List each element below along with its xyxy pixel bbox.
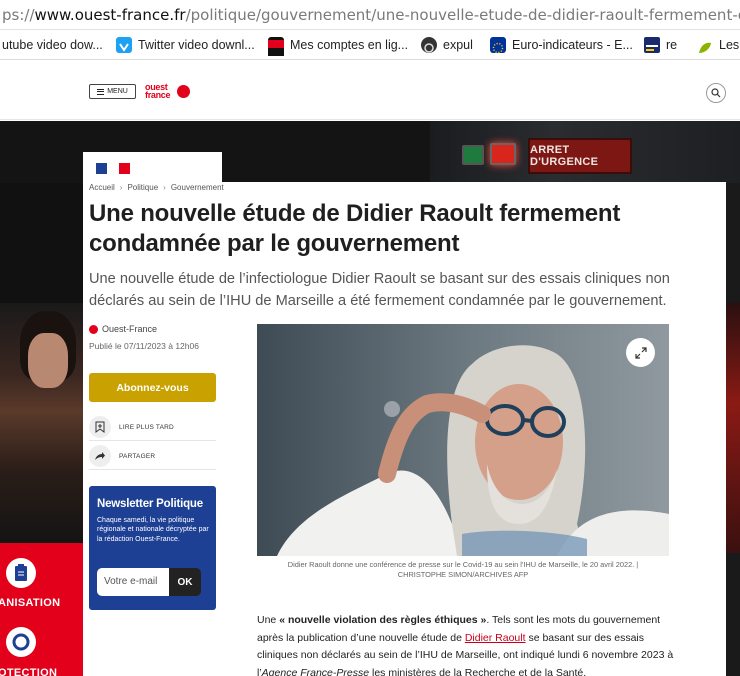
ad-photo-face	[28, 333, 68, 388]
url-path: /politique/gouvernement/une-nouvelle-etu…	[185, 6, 740, 24]
logo-line2: france	[145, 90, 171, 100]
breadcrumb-politique[interactable]: Politique	[127, 183, 158, 192]
bookmark-twitter-downloader[interactable]: Twitter video downl...	[116, 30, 255, 59]
franceinfo-icon	[644, 37, 660, 53]
article-lede: Une nouvelle étude de l’infectiologue Di…	[89, 271, 670, 309]
bookmark-add-icon	[89, 416, 111, 438]
emergency-stop-sign: ARRET D'URGENCE	[528, 138, 632, 174]
publication-date: Publié le 07/11/2023 à 12h06	[89, 341, 199, 351]
newsletter-email-input[interactable]: Votre e-mail	[97, 568, 169, 596]
share-arrow-icon	[89, 445, 111, 467]
ouest-france-logo[interactable]: ouest france	[145, 83, 195, 101]
lifebuoy-icon	[6, 627, 36, 657]
caption-text: Didier Raoult donne une conférence de pr…	[287, 560, 639, 569]
french-flag-icon	[96, 163, 130, 174]
body-agency: Agence France-Presse	[261, 666, 370, 676]
didier-raoult-photo	[257, 324, 669, 556]
share-label: PARTAGER	[119, 452, 156, 460]
green-button-graphic	[462, 145, 484, 165]
article-source[interactable]: Ouest-France	[89, 324, 157, 334]
expand-icon	[634, 346, 647, 359]
bookmarks-bar: utube video dow... Twitter video downl..…	[0, 30, 740, 60]
logo-dot-icon	[177, 85, 190, 98]
article-photo[interactable]	[257, 324, 669, 556]
bookmark-label: expul	[443, 38, 473, 52]
breadcrumb-separator: ›	[119, 183, 123, 192]
bookmark-youtube-downloader[interactable]: utube video dow...	[2, 30, 103, 59]
bookmark-label: Mes comptes en lig...	[290, 38, 409, 52]
clipboard-icon	[6, 558, 36, 588]
caption-credit: CHRISTOPHE SIMON/ARCHIVES AFP	[397, 570, 529, 579]
search-icon	[711, 88, 721, 98]
red-button-graphic	[490, 143, 516, 165]
bookmark-les[interactable]: Les	[697, 30, 740, 59]
url-scheme: ps://	[2, 6, 35, 24]
breadcrumb: Accueil › Politique › Gouvernement	[89, 182, 224, 193]
expul-icon	[421, 37, 437, 53]
read-later-label: LIRE PLUS TARD	[119, 423, 174, 431]
ad-label-protection: OTECTION	[0, 667, 58, 676]
breadcrumb-gouvernement[interactable]: Gouvernement	[171, 183, 224, 192]
bookmark-franceinfo[interactable]: re	[644, 30, 678, 59]
hamburger-icon	[97, 88, 105, 95]
expand-button[interactable]	[626, 338, 655, 367]
address-bar[interactable]: ps://www.ouest-france.fr/politique/gouve…	[0, 0, 740, 30]
newsletter-description: Chaque samedi, la vie politique régional…	[97, 517, 209, 543]
bank-icon	[268, 37, 284, 56]
bookmark-euro-indicateurs[interactable]: Euro-indicateurs - E...	[490, 30, 633, 59]
subscribe-button[interactable]: Abonnez-vous	[89, 373, 216, 402]
bookmark-label: Euro-indicateurs - E...	[512, 38, 633, 52]
gouvernement-logo	[83, 152, 222, 182]
ouest-france-icon	[89, 324, 98, 334]
left-ad-banner[interactable]: ANISATION OTECTION	[0, 183, 83, 676]
right-ad-banner[interactable]	[726, 183, 740, 676]
url-domain: www.ouest-france.fr	[34, 6, 186, 24]
share-button[interactable]: PARTAGER	[89, 443, 216, 470]
article: Accueil › Politique › Gouvernement Une nouve…	[83, 182, 726, 676]
twitter-downloader-icon	[116, 37, 132, 53]
newsletter-box: Newsletter Politique Chaque samedi, la v…	[89, 486, 216, 610]
bookmark-bank-accounts[interactable]: Mes comptes en lig...	[268, 30, 409, 59]
article-body-paragraph: Une « nouvelle violation des règles éthi…	[257, 612, 677, 676]
article-headline: Une nouvelle étude de Didier Raoult ferm…	[89, 200, 621, 257]
bookmark-label: re	[666, 38, 678, 52]
bookmark-label: Twitter video downl...	[138, 38, 255, 52]
newsletter-ok-button[interactable]: OK	[169, 568, 201, 596]
source-label: Ouest-France	[102, 324, 158, 334]
body-text: Une	[257, 614, 280, 626]
breadcrumb-home[interactable]: Accueil	[89, 183, 115, 192]
body-quote: « nouvelle violation des règles éthiques…	[279, 614, 487, 626]
ad-label-organisation: ANISATION	[0, 597, 61, 609]
newsletter-title: Newsletter Politique	[97, 498, 203, 510]
leaf-icon	[697, 37, 713, 53]
eu-flag-icon	[490, 37, 506, 54]
site-header: MENU ouest france	[0, 61, 740, 120]
read-later-button[interactable]: LIRE PLUS TARD	[89, 414, 216, 441]
photo-caption: Didier Raoult donne une conférence de pr…	[257, 560, 669, 580]
search-button[interactable]	[706, 83, 726, 103]
breadcrumb-separator: ›	[163, 183, 166, 192]
bookmark-label: Les	[719, 38, 740, 52]
menu-label: MENU	[107, 88, 128, 95]
didier-raoult-link[interactable]: Didier Raoult	[465, 632, 526, 644]
menu-button[interactable]: MENU	[89, 84, 136, 99]
body-text: les ministères de la Recherche et de la …	[369, 666, 587, 676]
bookmark-expul[interactable]: expul	[421, 30, 473, 59]
bookmark-label: utube video dow...	[2, 38, 103, 52]
right-ad-image	[726, 303, 740, 553]
